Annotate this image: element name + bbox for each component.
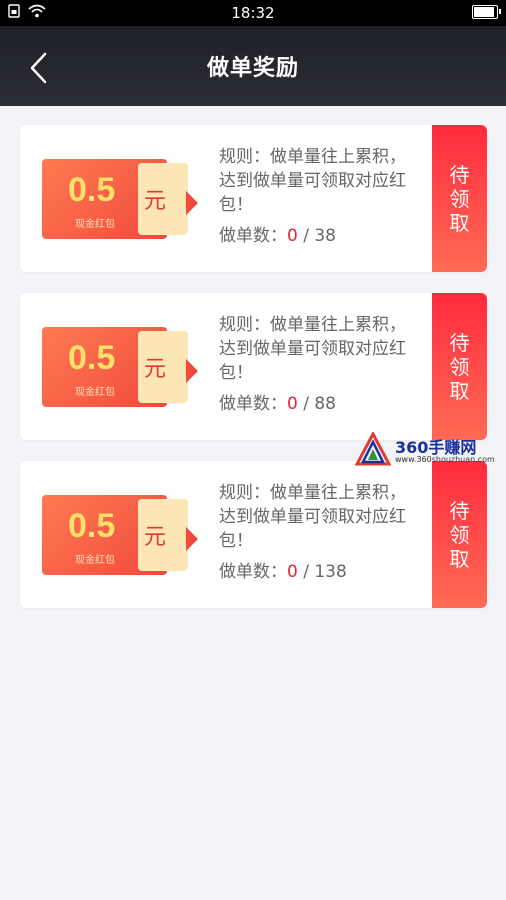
progress-current: 0 — [287, 562, 298, 582]
claim-char: 领 — [449, 186, 470, 211]
watermark: 360手赚网 www.360shouzhuan.com — [355, 430, 505, 470]
rule-text: 规则：做单量往上累积，达到做单量可领取对应红包！ — [219, 147, 406, 215]
coupon-unit: 元 — [144, 189, 167, 214]
claim-char: 领 — [449, 354, 470, 379]
claim-char: 取 — [449, 210, 470, 235]
progress-total: / 38 — [303, 226, 336, 246]
progress-label: 做单数： — [219, 226, 287, 246]
claim-char: 待 — [449, 162, 470, 187]
progress-label: 做单数： — [219, 562, 287, 582]
sim-card-icon — [8, 4, 20, 18]
progress-total: / 88 — [303, 394, 336, 414]
rule-text: 规则：做单量往上累积，达到做单量可领取对应红包！ — [219, 315, 406, 383]
order-progress: 做单数：0 / 38 — [219, 221, 336, 246]
claim-char: 取 — [449, 378, 470, 403]
coupon-amount: 0.5 — [68, 507, 116, 545]
status-bar: 18:32 — [0, 0, 506, 26]
reward-card-2: 0.5 现金红包 元 规则：做单量往上累积，达到做单量可领取对应红包！ 做单数：… — [20, 293, 487, 440]
coupon-unit: 元 — [144, 357, 167, 382]
watermark-url: www.360shouzhuan.com — [395, 455, 495, 464]
red-packet-coupon: 0.5 现金红包 元 — [42, 325, 202, 407]
reward-card-3: 0.5 现金红包 元 规则：做单量往上累积，达到做单量可领取对应红包！ 做单数：… — [20, 461, 487, 608]
order-progress: 做单数：0 / 88 — [219, 389, 336, 414]
coupon-amount: 0.5 — [68, 339, 116, 377]
red-packet-coupon: 0.5 现金红包 元 — [42, 157, 202, 239]
coupon-subtitle: 现金红包 — [75, 219, 115, 230]
claim-button[interactable]: 待 领 取 — [432, 293, 487, 440]
progress-total: / 138 — [303, 562, 347, 582]
claim-button[interactable]: 待 领 取 — [432, 125, 487, 272]
claim-char: 领 — [449, 522, 470, 547]
coupon-subtitle: 现金红包 — [75, 387, 115, 398]
reward-card-1: 0.5 现金红包 元 规则：做单量往上累积，达到做单量可领取对应红包！ 做单数：… — [20, 125, 487, 272]
page-title: 做单奖励 — [206, 56, 299, 81]
claim-char: 待 — [449, 498, 470, 523]
claim-button[interactable]: 待 领 取 — [432, 461, 487, 608]
status-time: 18:32 — [231, 4, 275, 22]
back-button[interactable] — [20, 48, 60, 88]
coupon-subtitle: 现金红包 — [75, 555, 115, 566]
battery-icon — [472, 5, 501, 19]
rule-text: 规则：做单量往上累积，达到做单量可领取对应红包！ — [219, 483, 406, 551]
claim-char: 取 — [449, 546, 470, 571]
order-progress: 做单数：0 / 138 — [219, 557, 347, 582]
claim-char: 待 — [449, 330, 470, 355]
progress-current: 0 — [287, 226, 298, 246]
coupon-amount: 0.5 — [68, 171, 116, 209]
chevron-left-icon — [30, 52, 47, 84]
nav-header: 做单奖励 — [0, 26, 506, 106]
coupon-unit: 元 — [144, 525, 167, 550]
red-packet-coupon: 0.5 现金红包 元 — [42, 493, 202, 575]
watermark-logo-icon — [355, 432, 391, 466]
progress-label: 做单数： — [219, 394, 287, 414]
wifi-icon — [28, 4, 46, 18]
progress-current: 0 — [287, 394, 298, 414]
status-icons-left — [8, 4, 46, 18]
